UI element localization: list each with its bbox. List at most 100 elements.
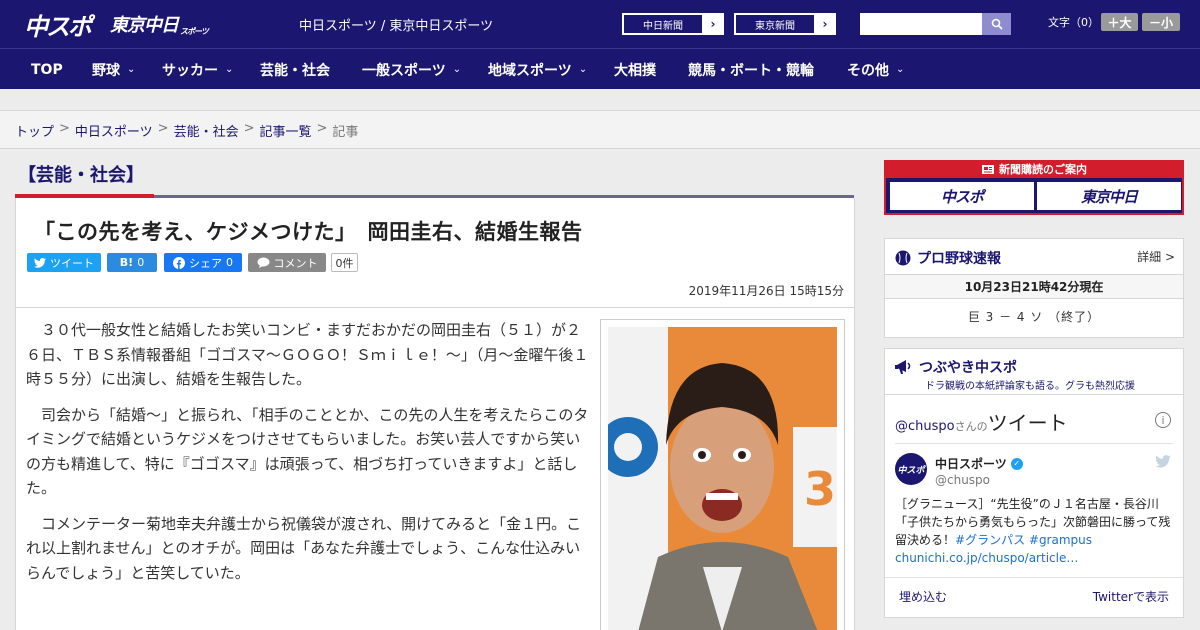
- nav-item-baseball[interactable]: 野球 ⌄: [92, 49, 135, 90]
- baseball-widget-title: プロ野球速報: [917, 251, 1001, 267]
- tweet-divider: [895, 443, 1173, 444]
- tweet-text: ［グラニュース］“先生役”のＪ１名古屋・長谷川「子供たちから勇気もらった」次節磐…: [895, 495, 1175, 567]
- fontsize-label: 文字（0）: [1048, 16, 1099, 29]
- chunichi-shimbun-button[interactable]: 中日新聞 ›: [622, 13, 724, 35]
- tokyo-shimbun-label: 東京新聞: [735, 14, 815, 34]
- comment-bubble-icon: [257, 257, 269, 268]
- subscription-title: 新聞購読のご案内: [999, 163, 1087, 176]
- chevron-down-icon: ⌄: [127, 64, 136, 75]
- hatena-count: 0: [137, 256, 145, 269]
- info-icon[interactable]: i: [1155, 412, 1171, 428]
- baseball-update-time: 10月23日21時42分現在: [885, 275, 1183, 299]
- section-title: 【芸能・社会】: [18, 165, 144, 186]
- nav-item-sumo[interactable]: 大相撲: [614, 49, 656, 90]
- article-paragraph: 司会から「結婚～」と振られ、「相手のこととか、この先の人生を考えたらこのタイミン…: [26, 405, 589, 498]
- search-icon: [991, 18, 1003, 30]
- tokyo-chunichi-logo[interactable]: 東京中日 スポーツ: [110, 7, 209, 41]
- nav-label: サッカー: [162, 62, 218, 79]
- megaphone-icon: [895, 360, 911, 374]
- baseball-widget-header: プロ野球速報 詳細 >: [885, 239, 1183, 275]
- hatena-bookmark-button[interactable]: B! 0: [107, 253, 157, 272]
- twitter-widget-title-wrap: つぶやき中スポ: [895, 357, 1017, 377]
- subscribe-chuspo-button[interactable]: 中スポ: [890, 182, 1034, 210]
- tweets-by-heading: @chuspo さんの ツイート: [895, 407, 1068, 436]
- tweet-author-label: 中日スポーツ: [935, 457, 1007, 471]
- search-form: [860, 13, 1011, 35]
- tweets-handle-suffix: さんの: [954, 420, 988, 433]
- pro-baseball-widget: プロ野球速報 詳細 > 10月23日21時42分現在 巨 3 － 4 ソ （終了…: [884, 238, 1184, 338]
- twitter-widget-header: つぶやき中スポ ドラ観戦の本紙評論家も語る。グラも熱烈応援: [885, 349, 1183, 395]
- avatar[interactable]: 中スポ: [895, 453, 927, 485]
- tweet-author-name[interactable]: 中日スポーツ ✓: [935, 455, 1023, 472]
- breadcrumb-current: 記事: [332, 125, 359, 140]
- baseball-icon: [895, 250, 911, 266]
- nav-item-local-sports[interactable]: 地域スポーツ ⌄: [488, 49, 587, 90]
- breadcrumb-chunichi-sports[interactable]: 中日スポーツ: [75, 121, 153, 140]
- baseball-detail-link[interactable]: 詳細 >: [1137, 248, 1175, 265]
- chunichi-shimbun-label: 中日新聞: [623, 14, 703, 34]
- chevron-down-icon: ⌄: [896, 64, 905, 75]
- main-column: 【芸能・社会】 「この先を考え、ケジメつけた」 岡田圭右、結婚生報告 ツイート …: [0, 149, 870, 630]
- chevron-down-icon: ⌄: [452, 64, 462, 75]
- tweet-author-handle[interactable]: @chuspo: [935, 473, 990, 487]
- nav-label: 野球: [92, 62, 120, 79]
- nav-item-other[interactable]: その他 ⌄: [847, 49, 904, 90]
- facebook-label: シェア: [189, 256, 222, 270]
- breadcrumb-separator: >: [59, 121, 70, 136]
- embed-link[interactable]: 埋め込む: [899, 588, 947, 605]
- subscription-banner[interactable]: 新聞購読のご案内 中スポ 東京中日: [884, 160, 1184, 215]
- chuspo-logo-text: 中スポ: [24, 12, 92, 41]
- nav-item-soccer[interactable]: サッカー ⌄: [162, 49, 233, 90]
- nav-item-entertainment[interactable]: 芸能・社会: [260, 49, 330, 90]
- breadcrumb-entertainment[interactable]: 芸能・社会: [174, 121, 239, 140]
- article-paragraph: ３０代一般女性と結婚したお笑いコンビ・ますだおかだの岡田圭右（５１）が２６日、Ｔ…: [26, 321, 589, 388]
- nav-label: 芸能・社会: [260, 62, 330, 79]
- article-divider: [16, 307, 854, 308]
- nav-label: TOP: [31, 61, 63, 78]
- facebook-share-button[interactable]: シェア 0: [164, 253, 242, 272]
- spacer-band: [0, 89, 1200, 111]
- twitter-bird-icon[interactable]: [1155, 453, 1171, 472]
- article-photo[interactable]: 3: [600, 319, 845, 630]
- fontsize-larger-button[interactable]: ＋大: [1101, 13, 1138, 31]
- breadcrumb-top[interactable]: トップ: [15, 121, 54, 140]
- nav-item-general-sports[interactable]: 一般スポーツ ⌄: [362, 49, 461, 90]
- tweet-label: ツイート: [50, 256, 94, 270]
- fontsize-smaller-button[interactable]: －小: [1142, 13, 1180, 31]
- facebook-count: 0: [226, 256, 233, 269]
- nav-item-top[interactable]: TOP: [31, 49, 63, 90]
- nav-item-racing[interactable]: 競馬・ボート・競輪: [688, 49, 814, 90]
- tokyo-shimbun-button[interactable]: 東京新聞 ›: [734, 13, 836, 35]
- chevron-right-icon: ›: [815, 14, 835, 34]
- tweet-button[interactable]: ツイート: [27, 253, 101, 272]
- tweet-hashtags[interactable]: #グランパス #grampus: [955, 533, 1092, 547]
- article-photo-image: 3: [608, 327, 837, 630]
- article: 「この先を考え、ケジメつけた」 岡田圭右、結婚生報告 ツイート B! 0 シェア…: [15, 198, 855, 630]
- chuspo-logo[interactable]: 中スポ: [24, 7, 92, 41]
- subscribe-tokyo-chunichi-button[interactable]: 東京中日: [1037, 182, 1181, 210]
- nav-label: 一般スポーツ: [362, 62, 446, 79]
- article-body: ３０代一般女性と結婚したお笑いコンビ・ますだおかだの岡田圭右（５１）が２６日、Ｔ…: [26, 318, 592, 596]
- nav-label: 大相撲: [614, 62, 656, 79]
- chevron-down-icon: ⌄: [578, 64, 588, 75]
- twitter-widget-title: つぶやき中スポ: [919, 360, 1017, 376]
- view-on-twitter-link[interactable]: Twitterで表示: [1093, 588, 1169, 605]
- tweets-handle-link[interactable]: @chuspo: [895, 419, 955, 434]
- tweet-link[interactable]: chunichi.co.jp/chuspo/article…: [895, 549, 1175, 567]
- hatena-icon: B!: [119, 256, 134, 269]
- breadcrumb-separator: >: [157, 121, 169, 136]
- breadcrumb-bar: トップ > 中日スポーツ > 芸能・社会 > 記事一覧 > 記事: [0, 111, 1200, 149]
- baseball-score[interactable]: 巨 3 － 4 ソ （終了）: [885, 308, 1183, 325]
- nav-label: 地域スポーツ: [488, 62, 572, 79]
- chevron-down-icon: ⌄: [225, 64, 234, 75]
- twitter-widget: つぶやき中スポ ドラ観戦の本紙評論家も語る。グラも熱烈応援 @chuspo さん…: [884, 348, 1184, 618]
- comment-button[interactable]: コメント: [248, 253, 326, 272]
- tokyo-logo-small: スポーツ: [180, 27, 209, 36]
- search-input[interactable]: [860, 13, 982, 35]
- site-names[interactable]: 中日スポーツ / 東京中日スポーツ: [299, 15, 493, 34]
- breadcrumb: トップ > 中日スポーツ > 芸能・社会 > 記事一覧 > 記事: [15, 121, 358, 140]
- breadcrumb-article-list[interactable]: 記事一覧: [260, 121, 312, 140]
- baseball-widget-title-wrap: プロ野球速報: [895, 248, 1001, 268]
- comment-label: コメント: [273, 256, 318, 270]
- search-button[interactable]: [982, 13, 1011, 35]
